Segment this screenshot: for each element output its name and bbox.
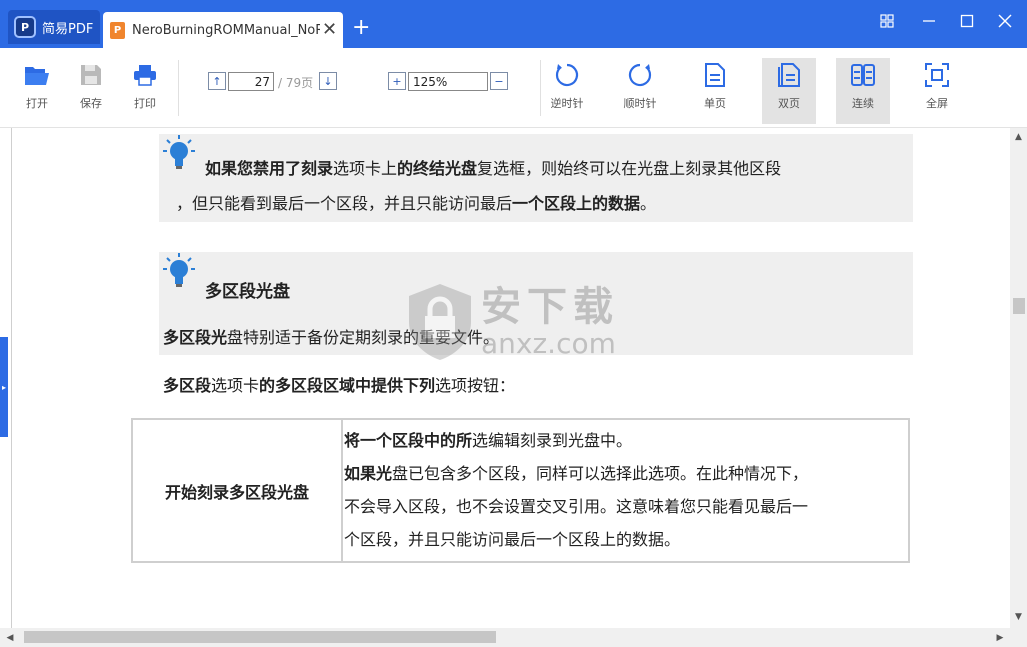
sidebar-toggle[interactable]: ▸ (0, 337, 8, 437)
rotate-ccw-icon (554, 62, 580, 88)
continuous-button[interactable]: 连续 (836, 58, 890, 124)
maximize-icon[interactable] (952, 10, 982, 32)
horizontal-scroll-thumb[interactable] (24, 631, 496, 643)
shield-icon (409, 284, 471, 360)
double-page-button[interactable]: 双页 (762, 58, 816, 124)
zoom-out-button[interactable]: − (490, 72, 508, 90)
rotate-cw-button[interactable]: 顺时针 (615, 62, 665, 116)
total-pages: / 79页 (278, 76, 314, 90)
document-tab-title: NeroBurningROMManual_NoRes (132, 22, 320, 38)
rotate-ccw-label: 逆时针 (550, 97, 584, 110)
bold-text-run: 将一个区段中的所 (344, 431, 473, 450)
save-button[interactable]: 保存 (66, 62, 116, 116)
rotate-cw-label: 顺时针 (623, 97, 657, 110)
new-tab-button[interactable]: + (352, 16, 370, 40)
scroll-left-icon[interactable]: ◀ (2, 628, 18, 647)
body-paragraph: 多区段选项卡的多区段区域中提供下列选项按钮： (163, 368, 515, 404)
scroll-up-icon[interactable]: ▲ (1010, 130, 1027, 144)
scroll-corner (1010, 628, 1027, 647)
options-table: 开始刻录多区段光盘 将一个区段中的所选编辑刻录到光盘中。 如果光盘已包含多个区段，… (131, 418, 910, 563)
text-run: 选框，则始终可以在光盘上刻录其他区段 (493, 159, 782, 178)
app-name: 简易PDF (42, 21, 94, 37)
vertical-scrollbar[interactable]: ▲ ▼ (1010, 128, 1027, 628)
print-label: 打印 (134, 97, 156, 110)
toolbar: 打开 保存 打印 ↑ / 79页 ↓ + − 逆时针 顺时针 单页 (0, 48, 1027, 128)
text-run: 。 (640, 194, 657, 213)
pdf-file-icon: P (110, 21, 125, 39)
text-run: 选编辑刻录到光盘中。 (472, 431, 633, 450)
print-button[interactable]: 打印 (120, 62, 170, 116)
single-page-label: 单页 (704, 97, 726, 110)
bold-text-run: 的终结光盘 (397, 159, 478, 178)
bold-text-run: 多区段 (163, 376, 212, 395)
skin-settings-icon[interactable] (872, 10, 902, 32)
text-run: 盘已包含多个区段，同样可以选择此选项。在此种情况下， (392, 464, 809, 483)
text-run: 选项按钮： (435, 376, 516, 395)
scroll-right-icon[interactable]: ▶ (992, 628, 1008, 647)
watermark-cn-text: 安下载 (481, 284, 619, 330)
rotate-ccw-button[interactable]: 逆时针 (542, 62, 592, 116)
bold-text-run: 多区段光 (163, 328, 228, 347)
toolbar-separator (178, 60, 179, 116)
fullscreen-label: 全屏 (926, 97, 948, 110)
text-run: ，但只能看到最后一个区段，并且只能访问最后 (176, 194, 513, 213)
rotate-cw-icon (627, 62, 653, 88)
single-page-icon (702, 62, 728, 88)
fullscreen-icon (924, 62, 950, 88)
minimize-icon[interactable] (914, 10, 944, 32)
text-run: 不会导入区段，也不会设置交叉引用。这意味着您只能看见最后一 (344, 497, 809, 516)
text-run: 选项卡 (211, 376, 260, 395)
next-page-button[interactable]: ↓ (319, 72, 337, 90)
close-tab-icon[interactable]: ✕ (322, 21, 337, 39)
double-page-label: 双页 (778, 97, 800, 110)
folder-open-icon (24, 62, 50, 88)
prev-page-button[interactable]: ↑ (208, 72, 226, 90)
document-tab[interactable]: P NeroBurningROMManual_NoRes ✕ (103, 12, 343, 48)
fullscreen-button[interactable]: 全屏 (912, 62, 962, 116)
tip-text-line: ，但只能看到最后一个区段，并且只能访问最后一个区段上的数据。 (176, 186, 656, 222)
table-description-line: 如果光盘已包含多个区段，同样可以选择此选项。在此种情况下， (344, 457, 909, 490)
open-label: 打开 (26, 97, 48, 110)
text-run: 选项卡上 (333, 159, 398, 178)
table-description-line: 个区段，并且只能访问最后一个区段上的数据。 (344, 523, 909, 556)
table-divider (341, 420, 343, 561)
save-label: 保存 (80, 97, 102, 110)
lightbulb-icon (163, 135, 195, 169)
tip-text-line: 如果您禁用了刻录选项卡上的终结光盘复选框，则始终可以在光盘上刻录其他区段 (205, 151, 781, 187)
bold-text-run: 如果光 (344, 464, 393, 483)
bold-text-run: 如果您禁用了刻录 (205, 159, 334, 178)
text-run: 复 (477, 159, 494, 178)
horizontal-scrollbar[interactable]: ◀ ▶ (0, 628, 1010, 647)
single-page-button[interactable]: 单页 (690, 62, 740, 116)
zoom-input[interactable] (408, 72, 488, 91)
close-window-icon[interactable] (990, 10, 1020, 32)
bold-text-run: 一个区段上的数据 (512, 194, 641, 213)
table-description-line: 将一个区段中的所选编辑刻录到光盘中。 (344, 424, 909, 457)
double-page-icon (776, 62, 802, 88)
vertical-scroll-thumb[interactable] (1013, 298, 1025, 314)
page-number-input[interactable] (228, 72, 274, 91)
table-row-description: 将一个区段中的所选编辑刻录到光盘中。 如果光盘已包含多个区段，同样可以选择此选项。… (344, 424, 909, 556)
toolbar-separator (540, 60, 541, 116)
table-row-label: 开始刻录多区段光盘 (164, 482, 309, 502)
continuous-label: 连续 (852, 97, 874, 110)
continuous-icon (850, 62, 876, 88)
scroll-down-icon[interactable]: ▼ (1010, 610, 1027, 624)
page-edge (11, 128, 12, 628)
lightbulb-icon (163, 253, 195, 287)
table-description-line: 不会导入区段，也不会设置交叉引用。这意味着您只能看见最后一 (344, 490, 909, 523)
open-button[interactable]: 打开 (12, 62, 62, 116)
floppy-disk-icon (78, 62, 104, 88)
watermark-en-text: anxz.com (481, 327, 616, 360)
zoom-in-button[interactable]: + (388, 72, 406, 90)
printer-icon (132, 62, 158, 88)
app-logo-icon: P (14, 16, 36, 38)
watermark: 安下载 anxz.com (405, 282, 619, 362)
tip-heading: 多区段光盘 (205, 282, 290, 302)
bold-text-run: 的多区段区域中提供下列 (259, 376, 436, 395)
app-home-tab[interactable]: P 简易PDF (8, 10, 100, 44)
title-bar: P 简易PDF P NeroBurningROMManual_NoRes ✕ + (0, 0, 1027, 48)
text-run: 个区段，并且只能访问最后一个区段上的数据。 (344, 530, 681, 549)
